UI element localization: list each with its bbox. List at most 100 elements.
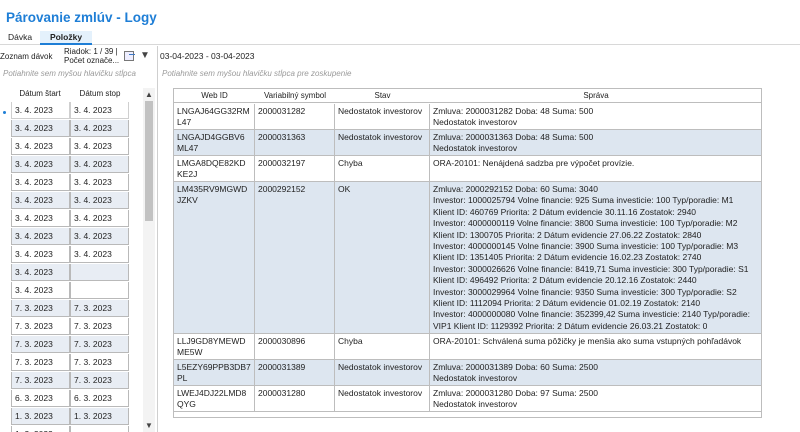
web-id-cell[interactable]: LM435RV9MGWD JZKV (174, 182, 255, 333)
status-cell[interactable]: Nedostatok investorov (335, 130, 430, 155)
stop-date-cell[interactable]: 3. 4. 2023 (70, 102, 129, 119)
web-id-cell[interactable]: L5EZY69PPB3DB7 PL (174, 360, 255, 385)
batch-row[interactable]: 3. 4. 2023 3. 4. 2023 (11, 228, 129, 246)
start-date-cell[interactable]: 1. 3. 2023 (11, 408, 70, 425)
stop-date-cell[interactable]: 3. 4. 2023 (70, 210, 129, 227)
item-row[interactable]: LM435RV9MGWD JZKV 2000292152 OK Zmluva: 200… (174, 182, 761, 334)
stop-date-cell[interactable]: 1. 3. 2023 (70, 408, 129, 425)
web-id-cell[interactable]: LNGAJ64GG32RM L47 (174, 104, 255, 129)
item-row[interactable]: LLJ9GD8YMEWD ME5W 2000030896 Chyba ORA-2010… (174, 334, 761, 360)
variable-symbol-cell[interactable]: 2000031363 (255, 130, 335, 155)
column-header-start[interactable]: Dátum štart (11, 89, 69, 98)
export-icon[interactable] (124, 51, 135, 61)
batch-row[interactable]: 3. 4. 2023 3. 4. 2023 (11, 138, 129, 156)
stop-date-cell[interactable] (70, 426, 129, 432)
web-id-cell[interactable]: LWEJ4DJ22LMD8 QYG (174, 386, 255, 411)
scroll-thumb[interactable] (145, 101, 153, 221)
message-cell[interactable]: ORA-20101: Schválená suma pôžičky je men… (430, 334, 761, 359)
variable-symbol-cell[interactable]: 2000031282 (255, 104, 335, 129)
start-date-cell[interactable]: 7. 3. 2023 (11, 300, 70, 317)
start-date-cell[interactable]: 3. 4. 2023 (11, 120, 70, 137)
batch-row[interactable]: 7. 3. 2023 7. 3. 2023 (11, 318, 129, 336)
start-date-cell[interactable]: 1. 3. 2023 (11, 426, 70, 432)
stop-date-cell[interactable]: 3. 4. 2023 (70, 120, 129, 137)
batch-row[interactable]: 3. 4. 2023 (11, 264, 129, 282)
stop-date-cell[interactable]: 3. 4. 2023 (70, 174, 129, 191)
batch-row[interactable]: 7. 3. 2023 7. 3. 2023 (11, 336, 129, 354)
status-cell[interactable]: OK (335, 182, 430, 333)
variable-symbol-cell[interactable]: 2000032197 (255, 156, 335, 181)
stop-date-cell[interactable] (70, 264, 129, 281)
scroll-down-icon[interactable]: ▼ (145, 421, 153, 430)
variable-symbol-cell[interactable]: 2000030896 (255, 334, 335, 359)
start-date-cell[interactable]: 3. 4. 2023 (11, 282, 70, 299)
item-row[interactable]: L5EZY69PPB3DB7 PL 2000031389 Nedostatok in… (174, 360, 761, 386)
filter-icon[interactable]: ▼ (140, 50, 150, 61)
start-date-cell[interactable]: 3. 4. 2023 (11, 156, 70, 173)
item-row[interactable]: LMGA8DQE82KD KE2J 2000032197 Chyba ORA-2010… (174, 156, 761, 182)
start-date-cell[interactable]: 3. 4. 2023 (11, 174, 70, 191)
start-date-cell[interactable]: 3. 4. 2023 (11, 228, 70, 245)
stop-date-cell[interactable]: 3. 4. 2023 (70, 156, 129, 173)
message-cell[interactable]: Zmluva: 2000031389 Doba: 60 Suma: 2500 N… (430, 360, 761, 385)
group-panel-right[interactable]: Potiahnite sem myšou hlavičku stĺpca pre… (162, 69, 462, 81)
column-header-web-id[interactable]: Web ID (174, 91, 255, 100)
start-date-cell[interactable]: 3. 4. 2023 (11, 192, 70, 209)
message-cell[interactable]: Zmluva: 2000292152 Doba: 60 Suma: 3040 I… (430, 182, 761, 333)
batch-row[interactable]: 3. 4. 2023 3. 4. 2023 (11, 210, 129, 228)
stop-date-cell[interactable] (70, 282, 129, 299)
status-cell[interactable]: Nedostatok investorov (335, 386, 430, 411)
stop-date-cell[interactable]: 7. 3. 2023 (70, 372, 129, 389)
stop-date-cell[interactable]: 7. 3. 2023 (70, 336, 129, 353)
stop-date-cell[interactable]: 3. 4. 2023 (70, 228, 129, 245)
batch-row[interactable]: 3. 4. 2023 3. 4. 2023 (11, 246, 129, 264)
start-date-cell[interactable]: 3. 4. 2023 (11, 264, 70, 281)
group-panel-left[interactable]: Potiahnite sem myšou hlavičku stĺpca (3, 69, 157, 81)
variable-symbol-cell[interactable]: 2000292152 (255, 182, 335, 333)
column-header-stop[interactable]: Dátum stop (71, 89, 129, 98)
variable-symbol-cell[interactable]: 2000031389 (255, 360, 335, 385)
web-id-cell[interactable]: LNGAJD4GGBV6 ML47 (174, 130, 255, 155)
tab-polozky[interactable]: Položky (40, 31, 92, 45)
start-date-cell[interactable]: 6. 3. 2023 (11, 390, 70, 407)
batch-row[interactable]: 3. 4. 2023 3. 4. 2023 (11, 102, 129, 120)
stop-date-cell[interactable]: 7. 3. 2023 (70, 354, 129, 371)
column-header-variable-symbol[interactable]: Variabilný symbol (255, 91, 335, 100)
batch-row[interactable]: 3. 4. 2023 3. 4. 2023 (11, 156, 129, 174)
item-row[interactable]: LWEJ4DJ22LMD8 QYG 2000031280 Nedostatok in… (174, 386, 761, 412)
start-date-cell[interactable]: 7. 3. 2023 (11, 318, 70, 335)
start-date-cell[interactable]: 7. 3. 2023 (11, 336, 70, 353)
stop-date-cell[interactable]: 7. 3. 2023 (70, 318, 129, 335)
message-cell[interactable]: ORA-20101: Nenájdená sadzba pre výpočet … (430, 156, 761, 181)
start-date-cell[interactable]: 3. 4. 2023 (11, 246, 70, 263)
web-id-cell[interactable]: LLJ9GD8YMEWD ME5W (174, 334, 255, 359)
status-cell[interactable]: Chyba (335, 334, 430, 359)
scroll-up-icon[interactable]: ▲ (145, 90, 153, 99)
batch-row[interactable]: 6. 3. 2023 6. 3. 2023 (11, 390, 129, 408)
batch-row[interactable]: 3. 4. 2023 3. 4. 2023 (11, 120, 129, 138)
stop-date-cell[interactable]: 6. 3. 2023 (70, 390, 129, 407)
batch-row[interactable]: 3. 4. 2023 3. 4. 2023 (11, 174, 129, 192)
message-cell[interactable]: Zmluva: 2000031280 Doba: 97 Suma: 2500 N… (430, 386, 761, 411)
batch-row[interactable]: 1. 3. 2023 1. 3. 2023 (11, 408, 129, 426)
column-header-message[interactable]: Správa (430, 91, 761, 100)
stop-date-cell[interactable]: 7. 3. 2023 (70, 300, 129, 317)
column-header-status[interactable]: Stav (335, 91, 430, 100)
start-date-cell[interactable]: 3. 4. 2023 (11, 102, 70, 119)
message-cell[interactable]: Zmluva: 2000031363 Doba: 48 Suma: 500 Ne… (430, 130, 761, 155)
item-row[interactable]: LNGAJ64GG32RM L47 2000031282 Nedostatok in… (174, 104, 761, 130)
start-date-cell[interactable]: 7. 3. 2023 (11, 372, 70, 389)
start-date-cell[interactable]: 3. 4. 2023 (11, 138, 70, 155)
status-cell[interactable]: Chyba (335, 156, 430, 181)
variable-symbol-cell[interactable]: 2000031280 (255, 386, 335, 411)
stop-date-cell[interactable]: 3. 4. 2023 (70, 192, 129, 209)
batch-grid-scrollbar[interactable]: ▲ ▼ (143, 88, 155, 432)
splitter[interactable] (157, 46, 158, 432)
batch-row[interactable]: 3. 4. 2023 3. 4. 2023 (11, 192, 129, 210)
start-date-cell[interactable]: 3. 4. 2023 (11, 210, 70, 227)
batch-row[interactable]: 3. 4. 2023 (11, 282, 129, 300)
stop-date-cell[interactable]: 3. 4. 2023 (70, 246, 129, 263)
start-date-cell[interactable]: 7. 3. 2023 (11, 354, 70, 371)
batch-row[interactable]: 1. 3. 2023 (11, 426, 129, 432)
status-cell[interactable]: Nedostatok investorov (335, 104, 430, 129)
